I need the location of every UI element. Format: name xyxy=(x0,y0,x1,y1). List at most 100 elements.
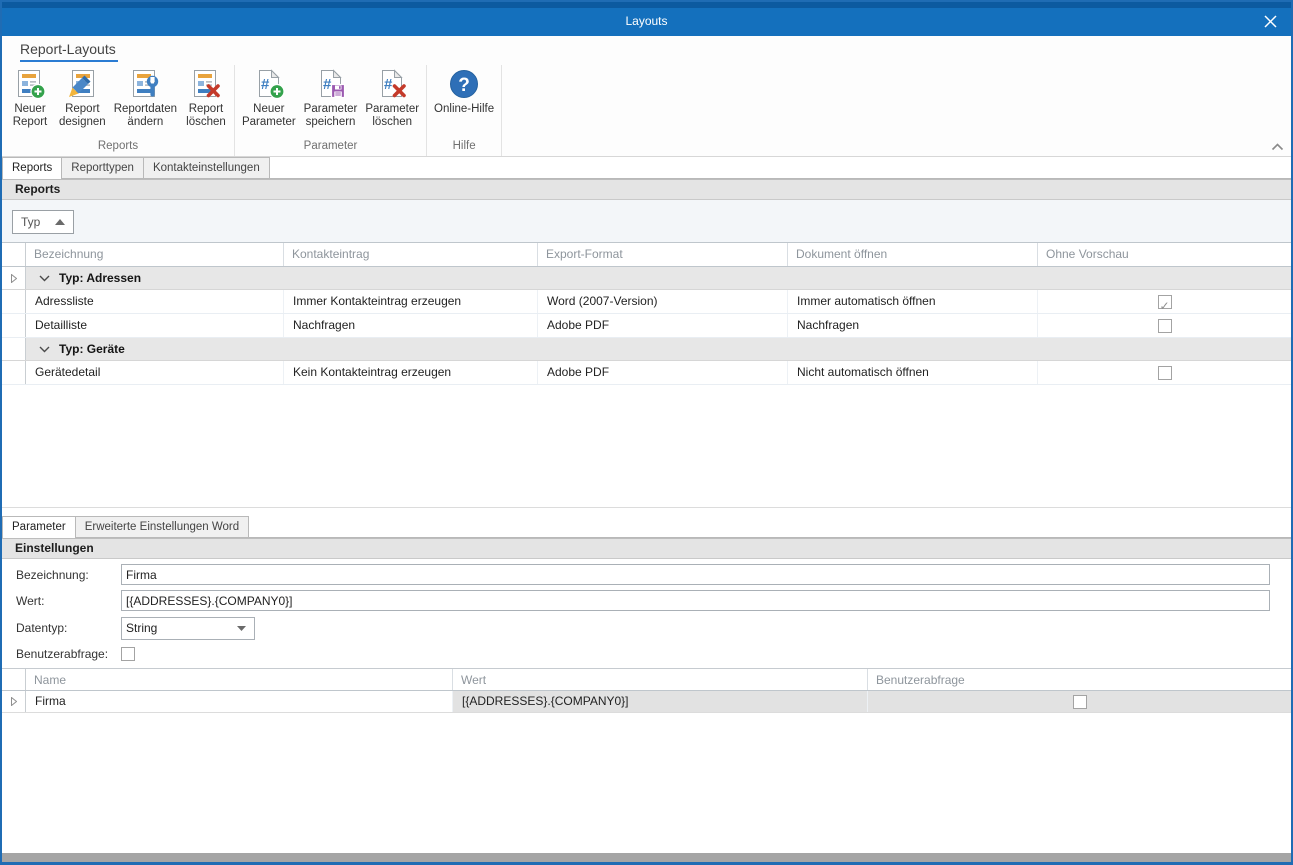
group-by-chip-typ[interactable]: Typ xyxy=(12,210,74,234)
benutzerabfrage-checkbox[interactable] xyxy=(121,647,135,661)
svg-text:?: ? xyxy=(458,75,470,96)
benutzerabfrage-label: Benutzerabfrage: xyxy=(16,647,121,661)
current-row-arrow-icon xyxy=(11,697,17,706)
settings-form: Bezeichnung: Wert: Datentyp: String Benu… xyxy=(2,559,1291,663)
report-data-edit-icon xyxy=(129,68,161,100)
table-row-adressliste[interactable]: Adressliste Immer Kontakteintrag erzeuge… xyxy=(2,290,1291,314)
ribbon-tab-report-layouts[interactable]: Report-Layouts xyxy=(20,40,118,62)
chevron-up-icon xyxy=(1271,143,1284,151)
cell-wert[interactable]: [{ADDRESSES}.{COMPANY0}] xyxy=(452,691,867,712)
group-band[interactable]: Typ: Adressen xyxy=(26,267,1291,289)
column-header-bezeichnung[interactable]: Bezeichnung xyxy=(26,243,283,266)
parameter-speichern-button[interactable]: # Parameterspeichern xyxy=(300,65,362,129)
ohne-vorschau-checkbox[interactable] xyxy=(1158,319,1172,333)
report-loeschen-button[interactable]: Reportlöschen xyxy=(181,65,231,129)
window-title: Layouts xyxy=(625,10,667,28)
svg-text:#: # xyxy=(261,76,270,93)
table-row-geraetedetail[interactable]: Gerätedetail Kein Kontakteintrag erzeuge… xyxy=(2,361,1291,385)
cell-kontakteintrag[interactable]: Kein Kontakteintrag erzeugen xyxy=(283,361,537,384)
group-by-chip-label: Typ xyxy=(21,215,40,229)
parameter-grid-empty-area xyxy=(2,713,1291,853)
button-label: Reportlöschen xyxy=(186,103,226,129)
report-design-icon xyxy=(66,68,98,100)
reports-section-header: Reports xyxy=(2,179,1291,200)
spacer xyxy=(2,508,1291,516)
ribbon-collapse-button[interactable] xyxy=(1271,143,1284,151)
layouts-window: Layouts Report-Layouts xyxy=(0,0,1293,865)
benutzerabfrage-checkbox[interactable] xyxy=(1073,695,1087,709)
cell-export-format[interactable]: Word (2007-Version) xyxy=(537,290,787,313)
column-header-ohne-vorschau[interactable]: Ohne Vorschau xyxy=(1037,243,1291,266)
ribbon-group-label-parameter: Parameter xyxy=(238,140,423,156)
column-header-kontakteintrag[interactable]: Kontakteintrag xyxy=(283,243,537,266)
neuer-parameter-button[interactable]: # NeuerParameter xyxy=(238,65,300,129)
group-band[interactable]: Typ: Geräte xyxy=(26,338,1291,360)
column-header-wert[interactable]: Wert xyxy=(452,669,867,690)
reportdaten-aendern-button[interactable]: Reportdatenändern xyxy=(110,65,181,129)
tab-reporttypen[interactable]: Reporttypen xyxy=(61,157,144,178)
ribbon-group-label-hilfe: Hilfe xyxy=(430,140,498,156)
report-designen-button[interactable]: Reportdesignen xyxy=(55,65,110,129)
tab-kontakteinstellungen[interactable]: Kontakteinstellungen xyxy=(143,157,270,178)
form-row-datentyp: Datentyp: String xyxy=(16,616,1291,640)
current-row-indicator xyxy=(2,267,26,289)
table-row-detailliste[interactable]: Detailliste Nachfragen Adobe PDF Nachfra… xyxy=(2,314,1291,338)
report-new-icon xyxy=(14,68,46,100)
datentyp-label: Datentyp: xyxy=(16,621,121,635)
row-indicator-header xyxy=(2,669,26,690)
group-label: Typ: Geräte xyxy=(59,342,125,356)
form-row-bezeichnung: Bezeichnung: xyxy=(16,564,1291,585)
cell-ohne-vorschau xyxy=(1037,361,1291,384)
wert-field[interactable] xyxy=(121,590,1270,611)
ribbon-group-parameter: # NeuerParameter # xyxy=(235,65,427,156)
button-label: NeuerParameter xyxy=(242,103,296,129)
row-indicator-header xyxy=(2,243,26,266)
row-indicator xyxy=(2,290,26,313)
datentyp-selected-value: String xyxy=(126,621,157,635)
sort-ascending-icon xyxy=(55,219,65,225)
column-header-dokument-oeffnen[interactable]: Dokument öffnen xyxy=(787,243,1037,266)
cell-bezeichnung[interactable]: Adressliste xyxy=(26,290,283,313)
online-hilfe-button[interactable]: ? Online-Hilfe xyxy=(430,65,498,116)
cell-dokument-oeffnen[interactable]: Nicht automatisch öffnen xyxy=(787,361,1037,384)
group-by-panel[interactable]: Typ xyxy=(2,200,1291,243)
tab-erweiterte-einstellungen-word[interactable]: Erweiterte Einstellungen Word xyxy=(75,516,249,537)
datentyp-dropdown[interactable]: String xyxy=(121,617,255,640)
neuer-report-button[interactable]: NeuerReport xyxy=(5,65,55,129)
group-row-adressen[interactable]: Typ: Adressen xyxy=(2,267,1291,290)
close-icon xyxy=(1264,15,1277,28)
cell-kontakteintrag[interactable]: Immer Kontakteintrag erzeugen xyxy=(283,290,537,313)
column-header-benutzerabfrage[interactable]: Benutzerabfrage xyxy=(867,669,1291,690)
parameter-delete-icon: # xyxy=(376,68,408,100)
tab-reports[interactable]: Reports xyxy=(2,157,62,179)
parameter-grid: Name Wert Benutzerabfrage Firma [{ADDRES… xyxy=(2,668,1291,713)
ribbon-group-reports: NeuerReport xyxy=(2,65,235,156)
window-resize-strip[interactable] xyxy=(2,853,1291,862)
tab-parameter[interactable]: Parameter xyxy=(2,516,76,538)
cell-export-format[interactable]: Adobe PDF xyxy=(537,361,787,384)
cell-kontakteintrag[interactable]: Nachfragen xyxy=(283,314,537,337)
parameter-tabstrip: Parameter Erweiterte Einstellungen Word xyxy=(2,516,1291,538)
table-row-firma[interactable]: Firma [{ADDRESSES}.{COMPANY0}] xyxy=(2,691,1291,713)
group-label: Typ: Adressen xyxy=(59,271,141,285)
button-label: Reportdatenändern xyxy=(114,103,177,129)
bezeichnung-field[interactable] xyxy=(121,564,1270,585)
cell-dokument-oeffnen[interactable]: Nachfragen xyxy=(787,314,1037,337)
close-button[interactable] xyxy=(1261,12,1279,30)
cell-bezeichnung[interactable]: Gerätedetail xyxy=(26,361,283,384)
ribbon: Report-Layouts xyxy=(2,36,1291,157)
cell-bezeichnung[interactable]: Detailliste xyxy=(26,314,283,337)
parameter-loeschen-button[interactable]: # Parameterlöschen xyxy=(361,65,423,129)
column-header-export-format[interactable]: Export-Format xyxy=(537,243,787,266)
row-indicator xyxy=(2,314,26,337)
cell-dokument-oeffnen[interactable]: Immer automatisch öffnen xyxy=(787,290,1037,313)
main-tabstrip: Reports Reporttypen Kontakteinstellungen xyxy=(2,157,1291,179)
cell-name[interactable]: Firma xyxy=(26,691,452,712)
cell-export-format[interactable]: Adobe PDF xyxy=(537,314,787,337)
group-row-geraete[interactable]: Typ: Geräte xyxy=(2,338,1291,361)
form-row-benutzerabfrage: Benutzerabfrage: xyxy=(16,645,1291,663)
current-row-indicator xyxy=(2,691,26,712)
column-header-name[interactable]: Name xyxy=(26,669,452,690)
ohne-vorschau-checkbox[interactable] xyxy=(1158,295,1172,309)
ohne-vorschau-checkbox[interactable] xyxy=(1158,366,1172,380)
